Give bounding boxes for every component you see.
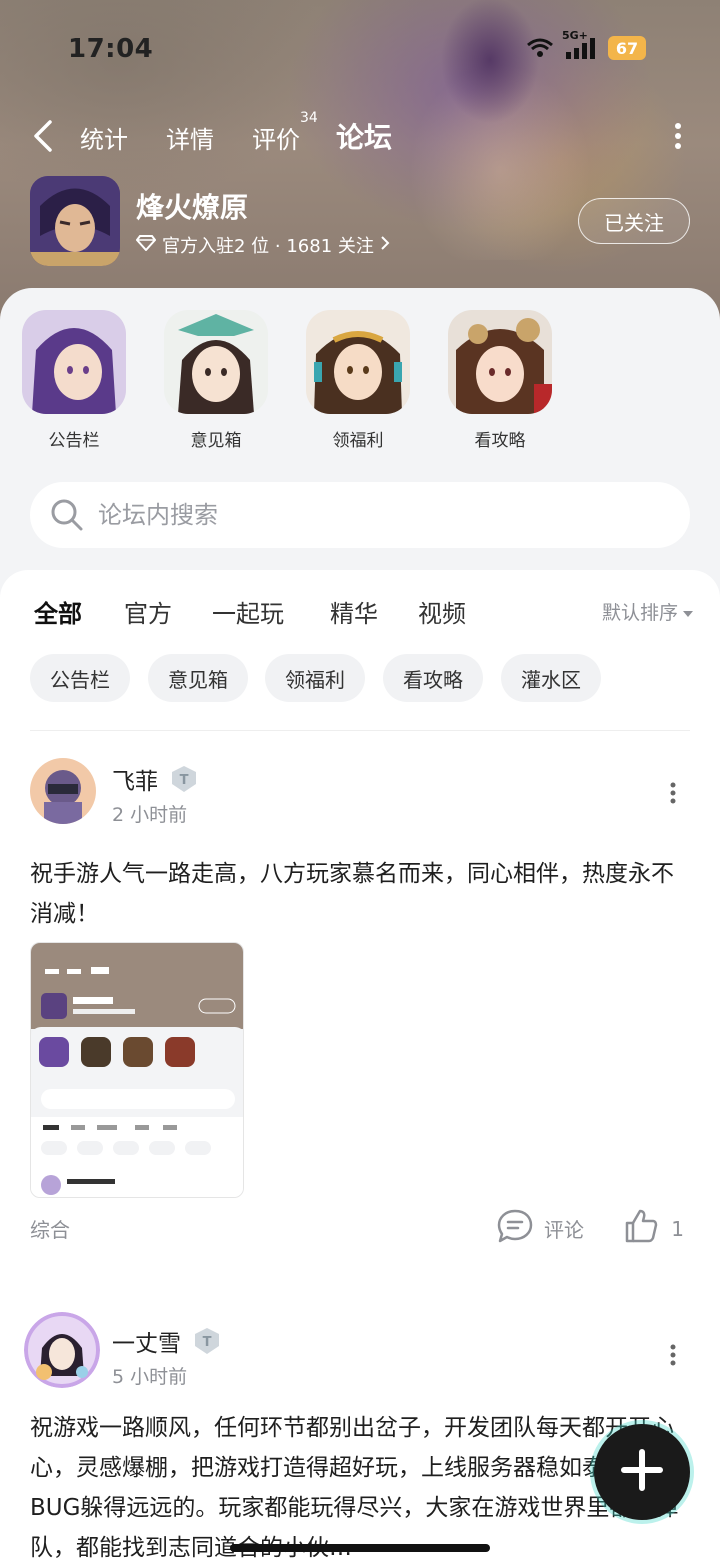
- filter-tab-featured[interactable]: 精华: [330, 594, 378, 629]
- home-indicator[interactable]: [230, 1544, 490, 1552]
- post-text: 祝手游人气一路走高，八方玩家慕名而来，同心相伴，热度永不消减！: [30, 861, 674, 927]
- shortcut-guides[interactable]: 看攻略: [448, 310, 552, 451]
- search-icon: [50, 498, 84, 532]
- shortcut-label: 意见箱: [190, 431, 242, 451]
- rewards-avatar: [306, 310, 410, 414]
- shortcut-feedback[interactable]: 意见箱: [164, 310, 268, 451]
- tab-forum[interactable]: 论坛: [336, 116, 393, 162]
- post-more-icon[interactable]: [670, 782, 676, 804]
- post-time: 2 小时前: [112, 804, 188, 826]
- shortcut-label: 看攻略: [474, 431, 526, 451]
- wifi-icon: [526, 37, 554, 59]
- avatar[interactable]: [30, 758, 96, 824]
- search-input[interactable]: [98, 496, 658, 534]
- like-button[interactable]: 1: [623, 1208, 684, 1249]
- back-icon[interactable]: [30, 118, 60, 154]
- post-footer: 综合 评论 1: [30, 1208, 690, 1248]
- game-title: 烽火燎原: [136, 191, 249, 224]
- comment-button[interactable]: 评论: [496, 1208, 584, 1249]
- feedback-avatar: [164, 310, 268, 414]
- tab-reviews[interactable]: 评价: [252, 120, 300, 155]
- post-time: 5 小时前: [112, 1366, 188, 1388]
- caret-down-icon: [682, 601, 694, 623]
- chevron-right-icon: [380, 235, 390, 256]
- shortcut-label: 领福利: [332, 431, 384, 451]
- sort-label: 默认排序: [601, 602, 678, 624]
- shortcut-announcements[interactable]: 公告栏: [22, 310, 126, 451]
- author-name: 一丈雪: [112, 1331, 181, 1357]
- filter-tab-official[interactable]: 官方: [124, 594, 172, 629]
- divider: [30, 730, 690, 731]
- chip-announcements[interactable]: 公告栏: [30, 654, 130, 702]
- chip-guides[interactable]: 看攻略: [383, 654, 483, 702]
- comment-icon: [496, 1208, 534, 1249]
- post-item[interactable]: 飞菲 T 2 小时前 祝手游人气一路走高，八方玩家慕名而来，同心相伴，热度永不消…: [0, 758, 720, 1278]
- shortcut-row: 公告栏 意见箱 领福利 看攻略: [0, 310, 720, 460]
- more-options-icon[interactable]: [674, 122, 682, 150]
- author-name: 飞菲: [112, 769, 158, 795]
- svg-text:T: T: [180, 773, 189, 788]
- game-meta[interactable]: 官方入驻2 位 · 1681 关注: [135, 232, 390, 258]
- comment-label: 评论: [544, 1218, 584, 1242]
- avatar[interactable]: [24, 1312, 100, 1388]
- sort-dropdown[interactable]: 默认排序: [602, 598, 694, 625]
- post-author[interactable]: 一丈雪 T: [112, 1324, 223, 1358]
- tab-stats[interactable]: 统计: [80, 120, 128, 155]
- status-time: 17:04: [68, 34, 154, 64]
- chip-feedback[interactable]: 意见箱: [148, 654, 248, 702]
- game-meta-text: 官方入驻2 位 · 1681 关注: [162, 236, 374, 257]
- status-indicators: 5G+ 67: [526, 29, 646, 60]
- like-count: 1: [671, 1216, 684, 1241]
- category-chips: 公告栏 意见箱 领福利 看攻略 灌水区: [30, 654, 690, 702]
- post-text: 祝游戏一路顺风，任何环节都别出岔子，开发团队每天都开开心心，灵感爆棚，把游戏打造…: [30, 1415, 679, 1561]
- signal-icon: 5G+: [562, 29, 598, 59]
- shortcut-label: 公告栏: [48, 431, 100, 451]
- chip-chat[interactable]: 灌水区: [501, 654, 601, 702]
- post-author[interactable]: 飞菲 T: [112, 762, 200, 796]
- filter-tab-video[interactable]: 视频: [418, 594, 466, 629]
- post-more-icon[interactable]: [670, 1344, 676, 1366]
- chip-rewards[interactable]: 领福利: [265, 654, 365, 702]
- network-label: 5G+: [562, 29, 588, 42]
- follow-button[interactable]: 已关注: [578, 198, 690, 244]
- diamond-icon: [135, 234, 157, 256]
- create-post-button[interactable]: [594, 1424, 690, 1520]
- reviews-count-badge: 34: [300, 110, 318, 126]
- verified-badge-icon: T: [191, 1326, 223, 1356]
- battery-icon: 67: [608, 36, 646, 60]
- plus-icon: [618, 1446, 666, 1498]
- top-nav: 统计 详情 评价 34 论坛: [0, 110, 720, 162]
- game-icon[interactable]: [30, 176, 120, 266]
- filter-tab-all[interactable]: 全部: [34, 594, 82, 637]
- guides-avatar: [448, 310, 552, 414]
- post-category[interactable]: 综合: [30, 1214, 70, 1243]
- verified-badge-icon: T: [168, 764, 200, 794]
- game-info: 烽火燎原 官方入驻2 位 · 1681 关注 已关注: [30, 176, 690, 266]
- shortcut-rewards[interactable]: 领福利: [306, 310, 410, 451]
- filter-tabs: 全部 官方 一起玩 精华 视频 默认排序: [34, 594, 694, 637]
- svg-text:T: T: [203, 1335, 212, 1350]
- thumbs-up-icon: [623, 1208, 659, 1249]
- tab-details[interactable]: 详情: [166, 120, 214, 155]
- forum-search[interactable]: [30, 482, 690, 548]
- filter-tab-play-together[interactable]: 一起玩: [212, 594, 284, 629]
- post-image[interactable]: [30, 942, 244, 1198]
- announcements-avatar: [22, 310, 126, 414]
